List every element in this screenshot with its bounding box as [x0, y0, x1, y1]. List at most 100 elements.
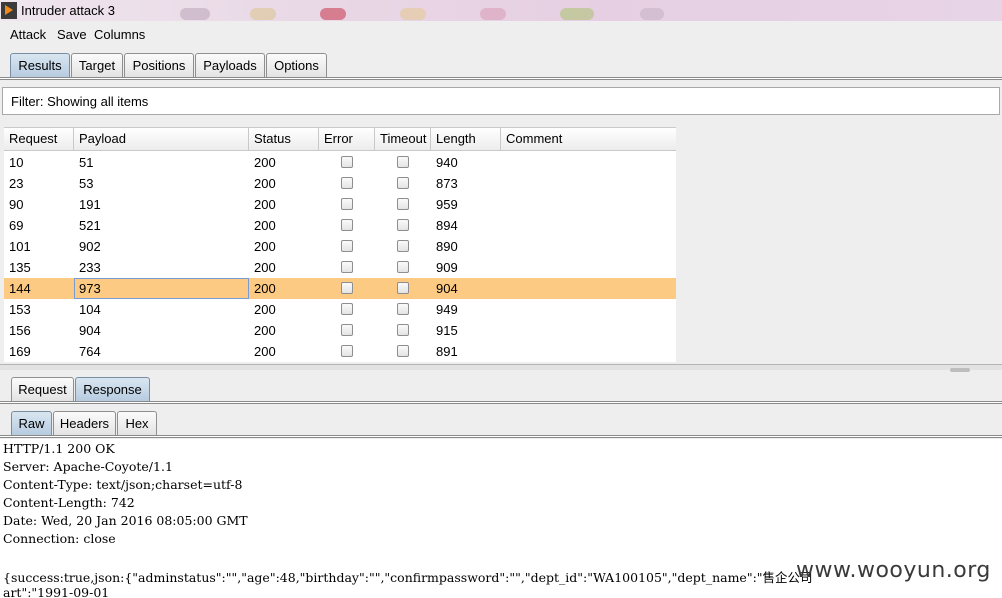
payload-cell: 53: [79, 176, 94, 191]
table-row[interactable]: 135 233 200 909: [4, 257, 676, 278]
timeout-checkbox[interactable]: [397, 303, 409, 315]
timeout-checkbox[interactable]: [397, 156, 409, 168]
detail-tab-divider: [0, 401, 1002, 404]
timeout-checkbox[interactable]: [397, 345, 409, 357]
request-cell: 23: [9, 176, 24, 191]
timeout-checkbox[interactable]: [397, 177, 409, 189]
column-header-status[interactable]: Status: [249, 127, 319, 151]
error-checkbox[interactable]: [341, 219, 353, 231]
filter-label: Filter: Showing all items: [11, 94, 149, 109]
response-line: {success:true,json:{"adminstatus":"","ag…: [3, 570, 813, 585]
payload-cell: 233: [79, 260, 101, 275]
length-cell: 894: [436, 218, 458, 233]
split-divider[interactable]: [0, 364, 1002, 370]
request-cell: 101: [9, 239, 31, 254]
timeout-checkbox[interactable]: [397, 198, 409, 210]
comment-cell: [501, 278, 676, 299]
error-checkbox[interactable]: [341, 303, 353, 315]
timeout-checkbox[interactable]: [397, 219, 409, 231]
timeout-checkbox[interactable]: [397, 324, 409, 336]
column-header-comment[interactable]: Comment: [501, 127, 676, 151]
timeout-checkbox[interactable]: [397, 240, 409, 252]
payload-cell: 521: [79, 218, 101, 233]
length-cell: 949: [436, 302, 458, 317]
table-row[interactable]: 101 902 200 890: [4, 236, 676, 257]
tab-positions[interactable]: Positions: [124, 53, 194, 77]
error-checkbox[interactable]: [341, 261, 353, 273]
length-cell: 940: [436, 155, 458, 170]
tab-payloads[interactable]: Payloads: [195, 53, 265, 77]
comment-cell: [501, 236, 676, 257]
response-line: Content-Length: 742: [3, 495, 135, 510]
status-cell: 200: [254, 155, 276, 170]
request-cell: 156: [9, 323, 31, 338]
split-handle[interactable]: [950, 368, 970, 372]
menu-bar: Attack Save Columns: [0, 21, 1002, 48]
tab-request[interactable]: Request: [11, 377, 74, 401]
response-line: Content-Type: text/json;charset=utf-8: [3, 477, 243, 492]
request-cell: 135: [9, 260, 31, 275]
payload-cell: 904: [79, 323, 101, 338]
view-tab-divider: [0, 435, 1002, 438]
comment-cell: [501, 194, 676, 215]
menu-save[interactable]: Save: [57, 27, 87, 42]
response-line: HTTP/1.1 200 OK: [3, 441, 115, 456]
window-title: Intruder attack 3: [21, 3, 115, 18]
tab-response[interactable]: Response: [75, 377, 150, 401]
error-checkbox[interactable]: [341, 324, 353, 336]
menu-columns[interactable]: Columns: [94, 27, 145, 42]
table-row[interactable]: 169 764 200 891: [4, 341, 676, 362]
length-cell: 873: [436, 176, 458, 191]
title-bar: [0, 0, 1002, 21]
filter-bar[interactable]: Filter: Showing all items: [2, 87, 1000, 115]
status-cell: 200: [254, 344, 276, 359]
comment-cell: [501, 257, 676, 278]
timeout-checkbox[interactable]: [397, 282, 409, 294]
status-cell: 200: [254, 197, 276, 212]
request-cell: 169: [9, 344, 31, 359]
error-checkbox[interactable]: [341, 345, 353, 357]
table-row[interactable]: 23 53 200 873: [4, 173, 676, 194]
burp-app-icon: [1, 2, 17, 19]
column-header-length[interactable]: Length: [431, 127, 501, 151]
comment-cell: [501, 152, 676, 173]
status-cell: 200: [254, 260, 276, 275]
table-row[interactable]: 10 51 200 940: [4, 152, 676, 173]
payload-cell: 51: [79, 155, 94, 170]
tab-hex[interactable]: Hex: [117, 411, 157, 435]
length-cell: 891: [436, 344, 458, 359]
tab-results[interactable]: Results: [10, 53, 70, 77]
error-checkbox[interactable]: [341, 177, 353, 189]
column-header-request[interactable]: Request: [4, 127, 74, 151]
table-row[interactable]: 153 104 200 949: [4, 299, 676, 320]
error-checkbox[interactable]: [341, 240, 353, 252]
column-header-error[interactable]: Error: [319, 127, 375, 151]
column-header-timeout[interactable]: Timeout: [375, 127, 431, 151]
table-row[interactable]: 69 521 200 894: [4, 215, 676, 236]
table-row[interactable]: 144 973 200 904: [4, 278, 676, 299]
menu-attack[interactable]: Attack: [10, 27, 46, 42]
timeout-checkbox[interactable]: [397, 261, 409, 273]
length-cell: 890: [436, 239, 458, 254]
comment-cell: [501, 320, 676, 341]
length-cell: 904: [436, 281, 458, 296]
error-checkbox[interactable]: [341, 198, 353, 210]
table-row[interactable]: 156 904 200 915: [4, 320, 676, 341]
request-cell: 90: [9, 197, 24, 212]
watermark: www.wooyun.org: [796, 558, 991, 583]
error-checkbox[interactable]: [341, 282, 353, 294]
tab-raw[interactable]: Raw: [11, 411, 52, 435]
comment-cell: [501, 299, 676, 320]
length-cell: 959: [436, 197, 458, 212]
tab-options[interactable]: Options: [266, 53, 327, 77]
comment-cell: [501, 173, 676, 194]
error-checkbox[interactable]: [341, 156, 353, 168]
payload-cell: 104: [79, 302, 101, 317]
column-header-payload[interactable]: Payload: [74, 127, 249, 151]
request-cell: 10: [9, 155, 24, 170]
table-row[interactable]: 90 191 200 959: [4, 194, 676, 215]
status-cell: 200: [254, 281, 276, 296]
tab-headers[interactable]: Headers: [53, 411, 116, 435]
tab-target[interactable]: Target: [71, 53, 123, 77]
response-line: Connection: close: [3, 531, 116, 546]
